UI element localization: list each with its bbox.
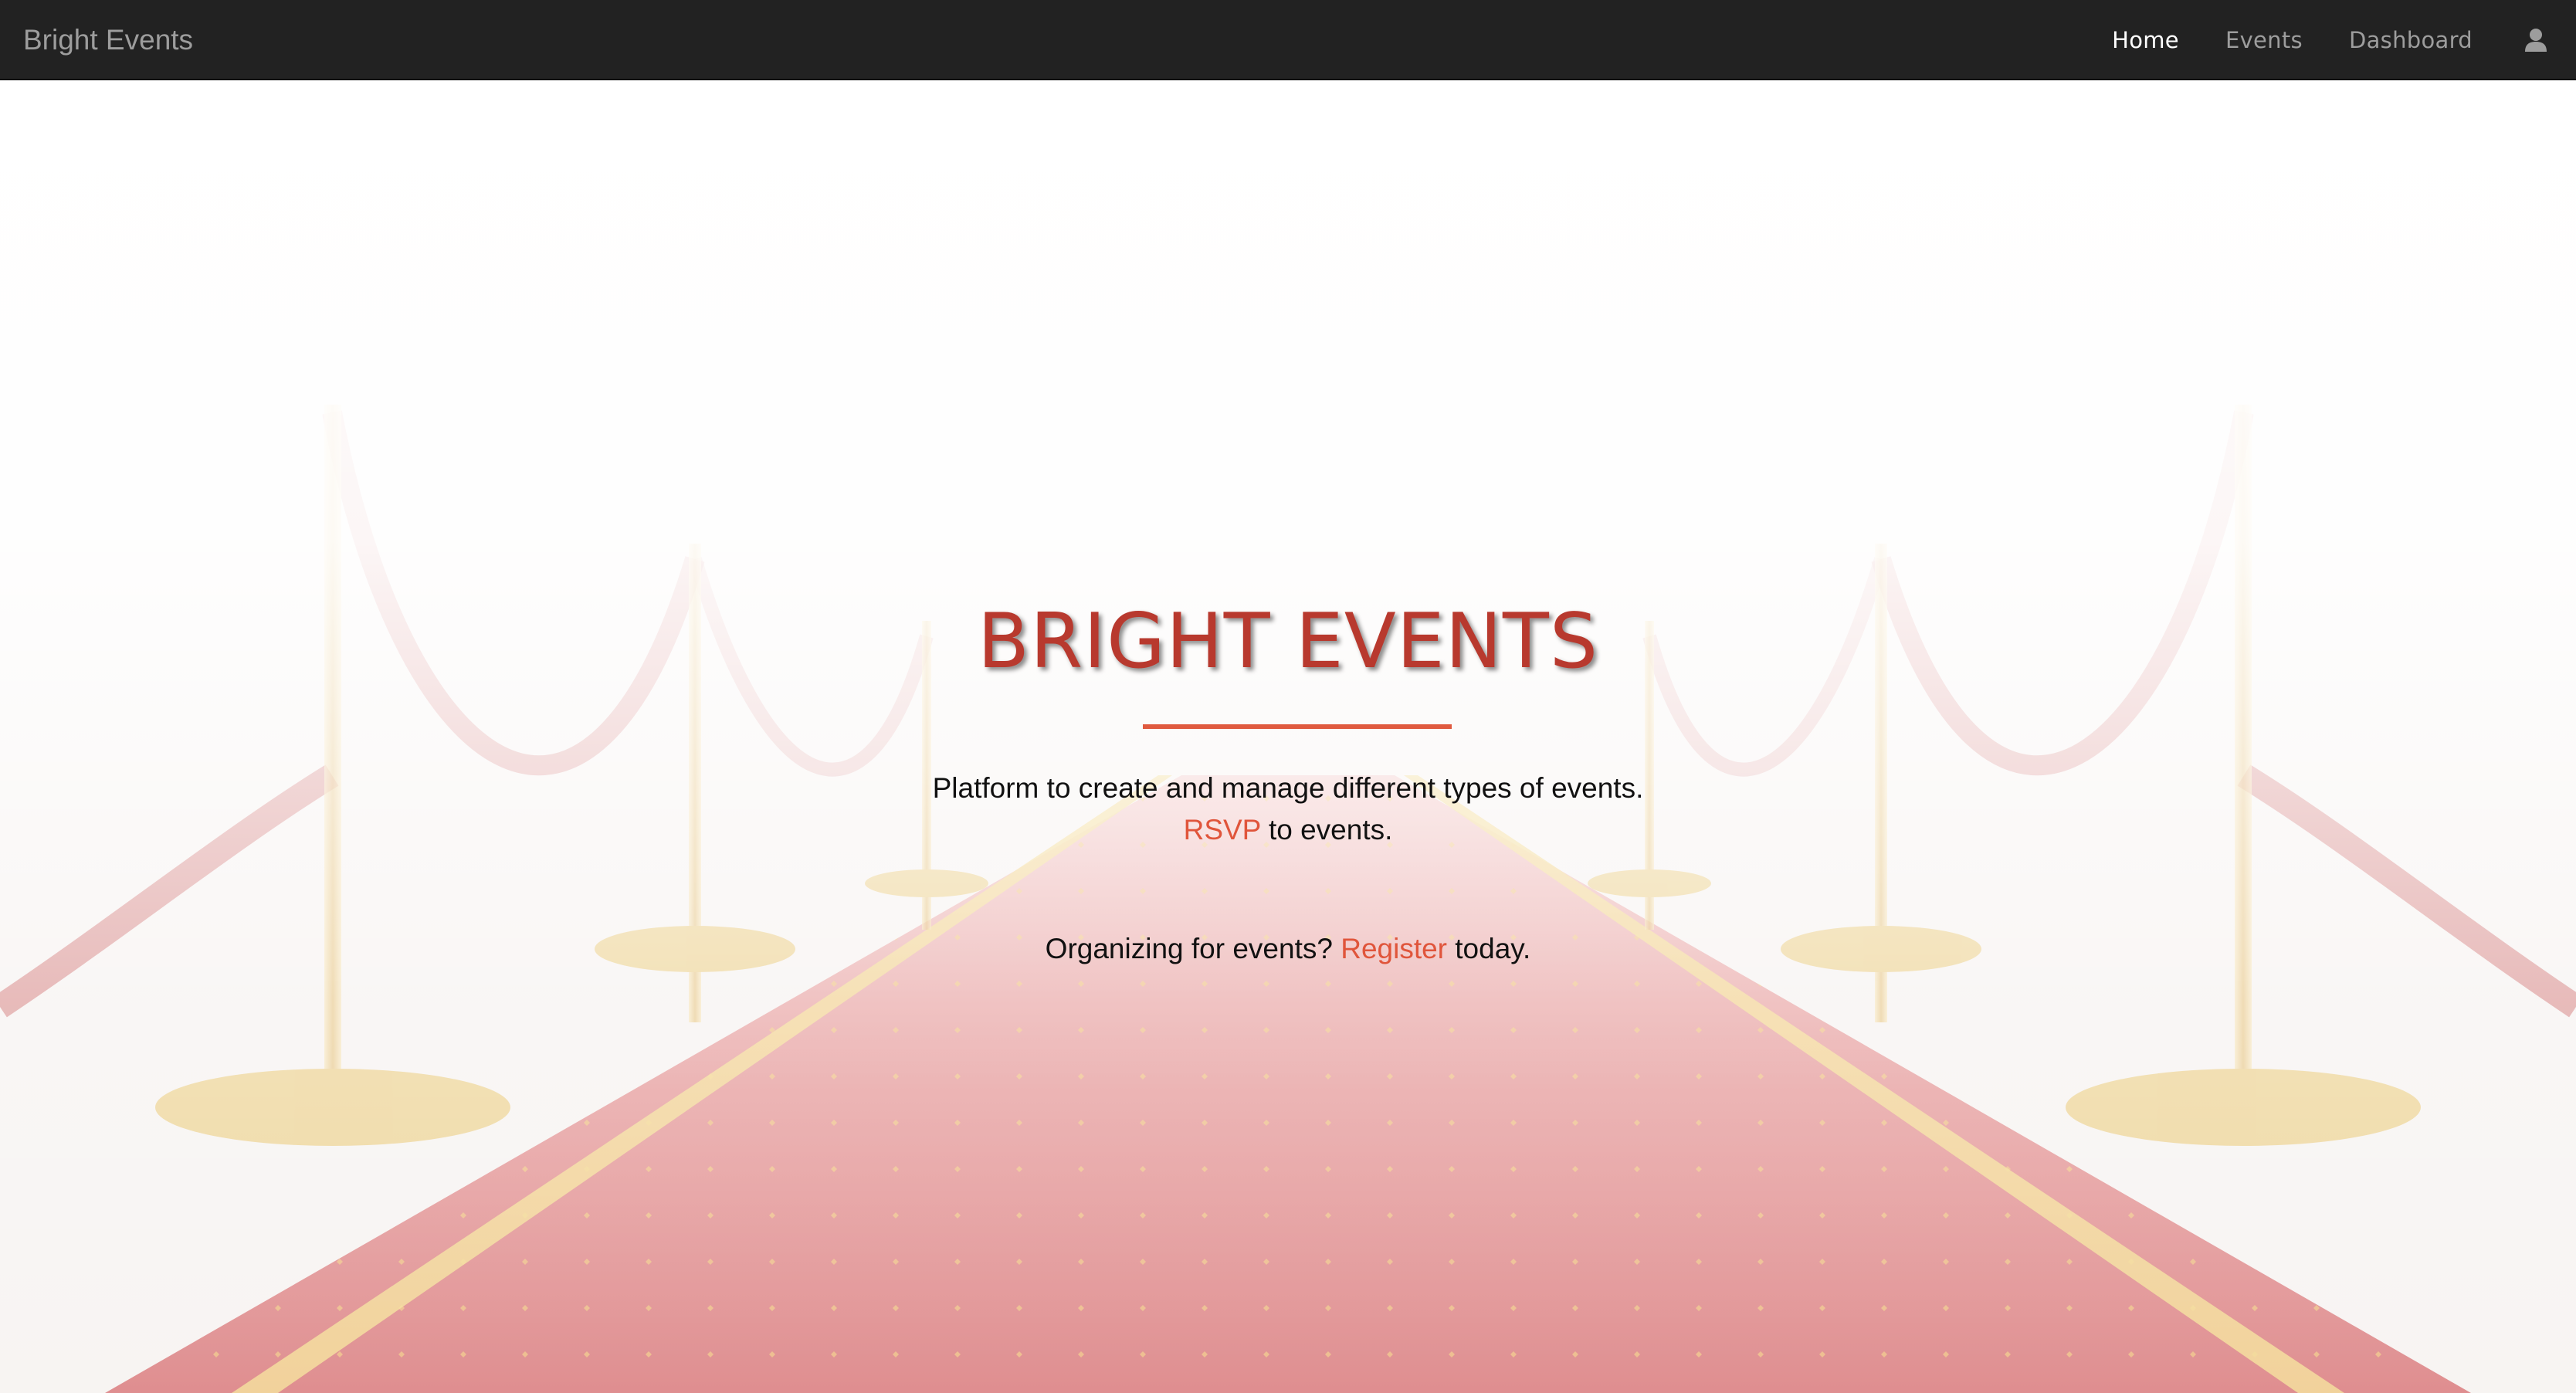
rsvp-suffix: to events.	[1260, 814, 1393, 846]
brand-logo-link[interactable]: Bright Events	[23, 0, 193, 80]
hero-title: BRIGHT EVENTS	[977, 598, 1599, 686]
rsvp-link[interactable]: RSVP	[1184, 814, 1261, 846]
nav-home-link[interactable]: Home	[2089, 0, 2202, 80]
hero-section: BRIGHT EVENTS Platform to create and man…	[0, 80, 2576, 1393]
hero-content: BRIGHT EVENTS Platform to create and man…	[0, 80, 2576, 1393]
organizing-prefix: Organizing for events?	[1045, 933, 1341, 964]
organizing-line: Organizing for events? Register today.	[0, 933, 2576, 965]
nav-events-link[interactable]: Events	[2202, 0, 2326, 80]
nav-dashboard-link[interactable]: Dashboard	[2326, 0, 2496, 80]
register-link[interactable]: Register	[1341, 933, 1447, 964]
organizing-suffix: today.	[1447, 933, 1531, 964]
hero-tagline: Platform to create and manage different …	[932, 772, 1644, 804]
user-icon	[2525, 29, 2547, 52]
user-menu-button[interactable]	[2496, 0, 2576, 80]
title-divider	[1143, 724, 1452, 729]
top-navbar: Bright Events Home Events Dashboard	[0, 0, 2576, 80]
rsvp-line: RSVP to events.	[0, 814, 2576, 846]
nav-links: Home Events Dashboard	[2089, 0, 2576, 80]
